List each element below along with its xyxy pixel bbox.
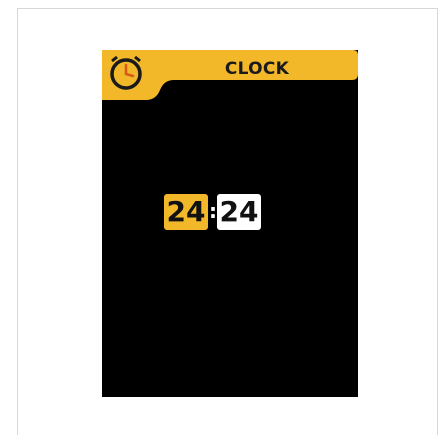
time-separator: : [209,199,217,223]
device-screen: CLOCK 24 : 24 [102,50,358,397]
minutes-field[interactable]: 24 [217,194,261,230]
screen-title: CLOCK [224,59,290,79]
hours-field[interactable]: 24 [164,194,208,230]
header-bar: CLOCK [102,50,358,100]
